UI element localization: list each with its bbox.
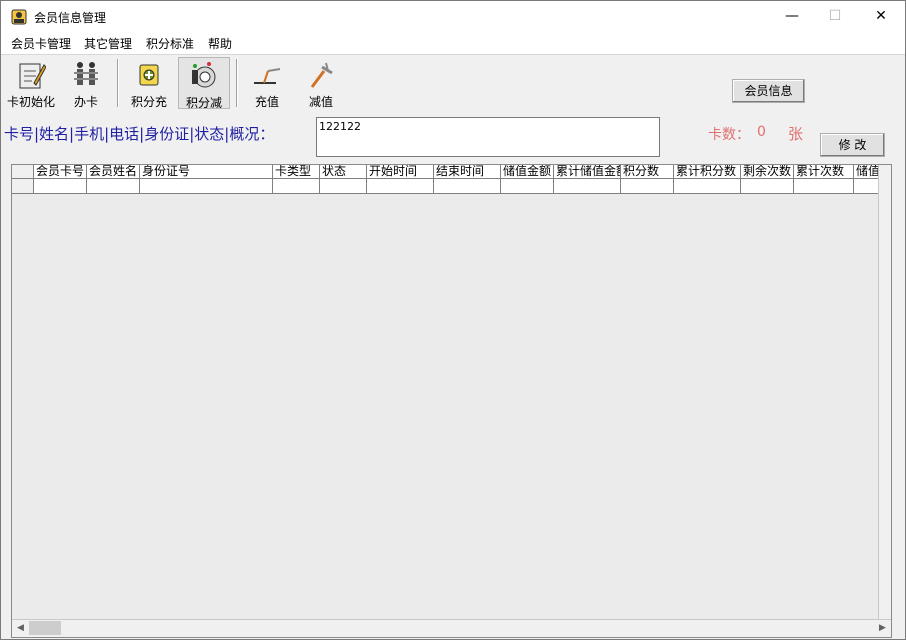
toolbar-separator — [236, 59, 238, 107]
deduct-icon — [310, 62, 333, 88]
column-header[interactable]: 卡类型 — [273, 165, 320, 179]
table-cell[interactable] — [741, 179, 794, 194]
toolbar-separator — [117, 59, 119, 107]
table-cell[interactable] — [434, 179, 501, 194]
close-button[interactable]: ✕ — [858, 1, 904, 32]
header-corner — [12, 165, 34, 179]
table-cell[interactable] — [273, 179, 320, 194]
card-init-button[interactable]: 卡初始化 — [5, 57, 57, 109]
vertical-scrollbar[interactable] — [878, 165, 891, 621]
title-bar: 会员信息管理 — ☐ ✕ — [1, 1, 905, 32]
issue-card-icon — [74, 62, 98, 85]
card-init-label: 卡初始化 — [6, 95, 55, 109]
card-count-prefix: 卡数： — [708, 127, 750, 143]
menu-other[interactable]: 其它管理 — [84, 35, 132, 52]
table-cell[interactable] — [140, 179, 273, 194]
points-add-label: 积分充 — [130, 95, 167, 109]
points-add-icon — [139, 64, 159, 86]
member-info-button[interactable]: 会员信息 — [732, 79, 805, 103]
column-header[interactable]: 积分数 — [621, 165, 674, 179]
menu-member-card[interactable]: 会员卡管理 — [11, 35, 71, 52]
search-label: 卡号|姓名|手机|电话|身份证|状态|概况： — [4, 125, 275, 143]
recharge-icon — [254, 68, 281, 84]
table-cell[interactable] — [794, 179, 854, 194]
table-header: 会员卡号 会员姓名 身份证号 卡类型 状态 开始时间 结束时间 储值金额 累计储… — [12, 165, 891, 179]
table-cell[interactable] — [501, 179, 554, 194]
column-header[interactable]: 会员卡号 — [34, 165, 87, 179]
table-cell[interactable] — [621, 179, 674, 194]
recharge-button[interactable]: 充值 — [243, 57, 291, 109]
column-header[interactable]: 储值 — [854, 165, 881, 179]
member-table[interactable]: 会员卡号 会员姓名 身份证号 卡类型 状态 开始时间 结束时间 储值金额 累计储… — [11, 164, 892, 638]
menu-help[interactable]: 帮助 — [208, 35, 232, 52]
points-reduce-label: 积分减 — [185, 96, 222, 110]
table-cell[interactable] — [34, 179, 87, 194]
column-header[interactable]: 累计储值金额 — [554, 165, 621, 179]
issue-card-label: 办卡 — [73, 95, 98, 109]
menu-bar: 会员卡管理 其它管理 积分标准 帮助 — [1, 32, 905, 55]
table-cell[interactable] — [367, 179, 434, 194]
menu-points-standard[interactable]: 积分标准 — [146, 35, 194, 52]
column-header[interactable]: 累计积分数 — [674, 165, 741, 179]
table-cell[interactable] — [554, 179, 621, 194]
window-title: 会员信息管理 — [34, 11, 107, 25]
row-header[interactable] — [12, 179, 34, 194]
recharge-label: 充值 — [254, 95, 279, 109]
table-cell[interactable] — [854, 179, 881, 194]
column-header[interactable]: 身份证号 — [140, 165, 273, 179]
deduct-label: 减值 — [308, 95, 333, 109]
issue-card-button[interactable]: 办卡 — [61, 57, 111, 109]
scrollbar-thumb[interactable] — [29, 621, 61, 635]
card-count-value: 0 — [757, 124, 766, 140]
points-add-button[interactable]: 积分充 — [125, 57, 173, 109]
card-count-unit: 张 — [788, 125, 804, 143]
table-row[interactable] — [12, 179, 891, 194]
column-header[interactable]: 状态 — [320, 165, 367, 179]
app-icon — [11, 9, 27, 25]
table-cell[interactable] — [87, 179, 140, 194]
card-init-icon — [19, 63, 46, 89]
maximize-button[interactable]: ☐ — [812, 1, 858, 32]
column-header[interactable]: 储值金额 — [501, 165, 554, 179]
points-reduce-icon — [192, 62, 216, 88]
modify-button[interactable]: 修 改 — [820, 133, 885, 157]
search-input[interactable]: 122122 — [316, 117, 660, 157]
toolbar: 卡初始化 办卡 积分充 积分减 充值 减值 会员信息 — [1, 55, 905, 111]
table-cell[interactable] — [674, 179, 741, 194]
column-header[interactable]: 结束时间 — [434, 165, 501, 179]
column-header[interactable]: 会员姓名 — [87, 165, 140, 179]
minimize-button[interactable]: — — [769, 1, 815, 32]
deduct-button[interactable]: 减值 — [297, 57, 345, 109]
column-header[interactable]: 剩余次数 — [741, 165, 794, 179]
column-header[interactable]: 累计次数 — [794, 165, 854, 179]
main-window: 会员信息管理 — ☐ ✕ 会员卡管理 其它管理 积分标准 帮助 卡初始化 办卡 … — [0, 0, 906, 640]
table-cell[interactable] — [320, 179, 367, 194]
points-reduce-button[interactable]: 积分减 — [178, 57, 230, 110]
scroll-left-arrow-icon[interactable]: ◀ — [12, 620, 29, 637]
column-header[interactable]: 开始时间 — [367, 165, 434, 179]
horizontal-scrollbar[interactable]: ◀ ▶ — [12, 619, 891, 637]
scroll-right-arrow-icon[interactable]: ▶ — [874, 620, 891, 637]
